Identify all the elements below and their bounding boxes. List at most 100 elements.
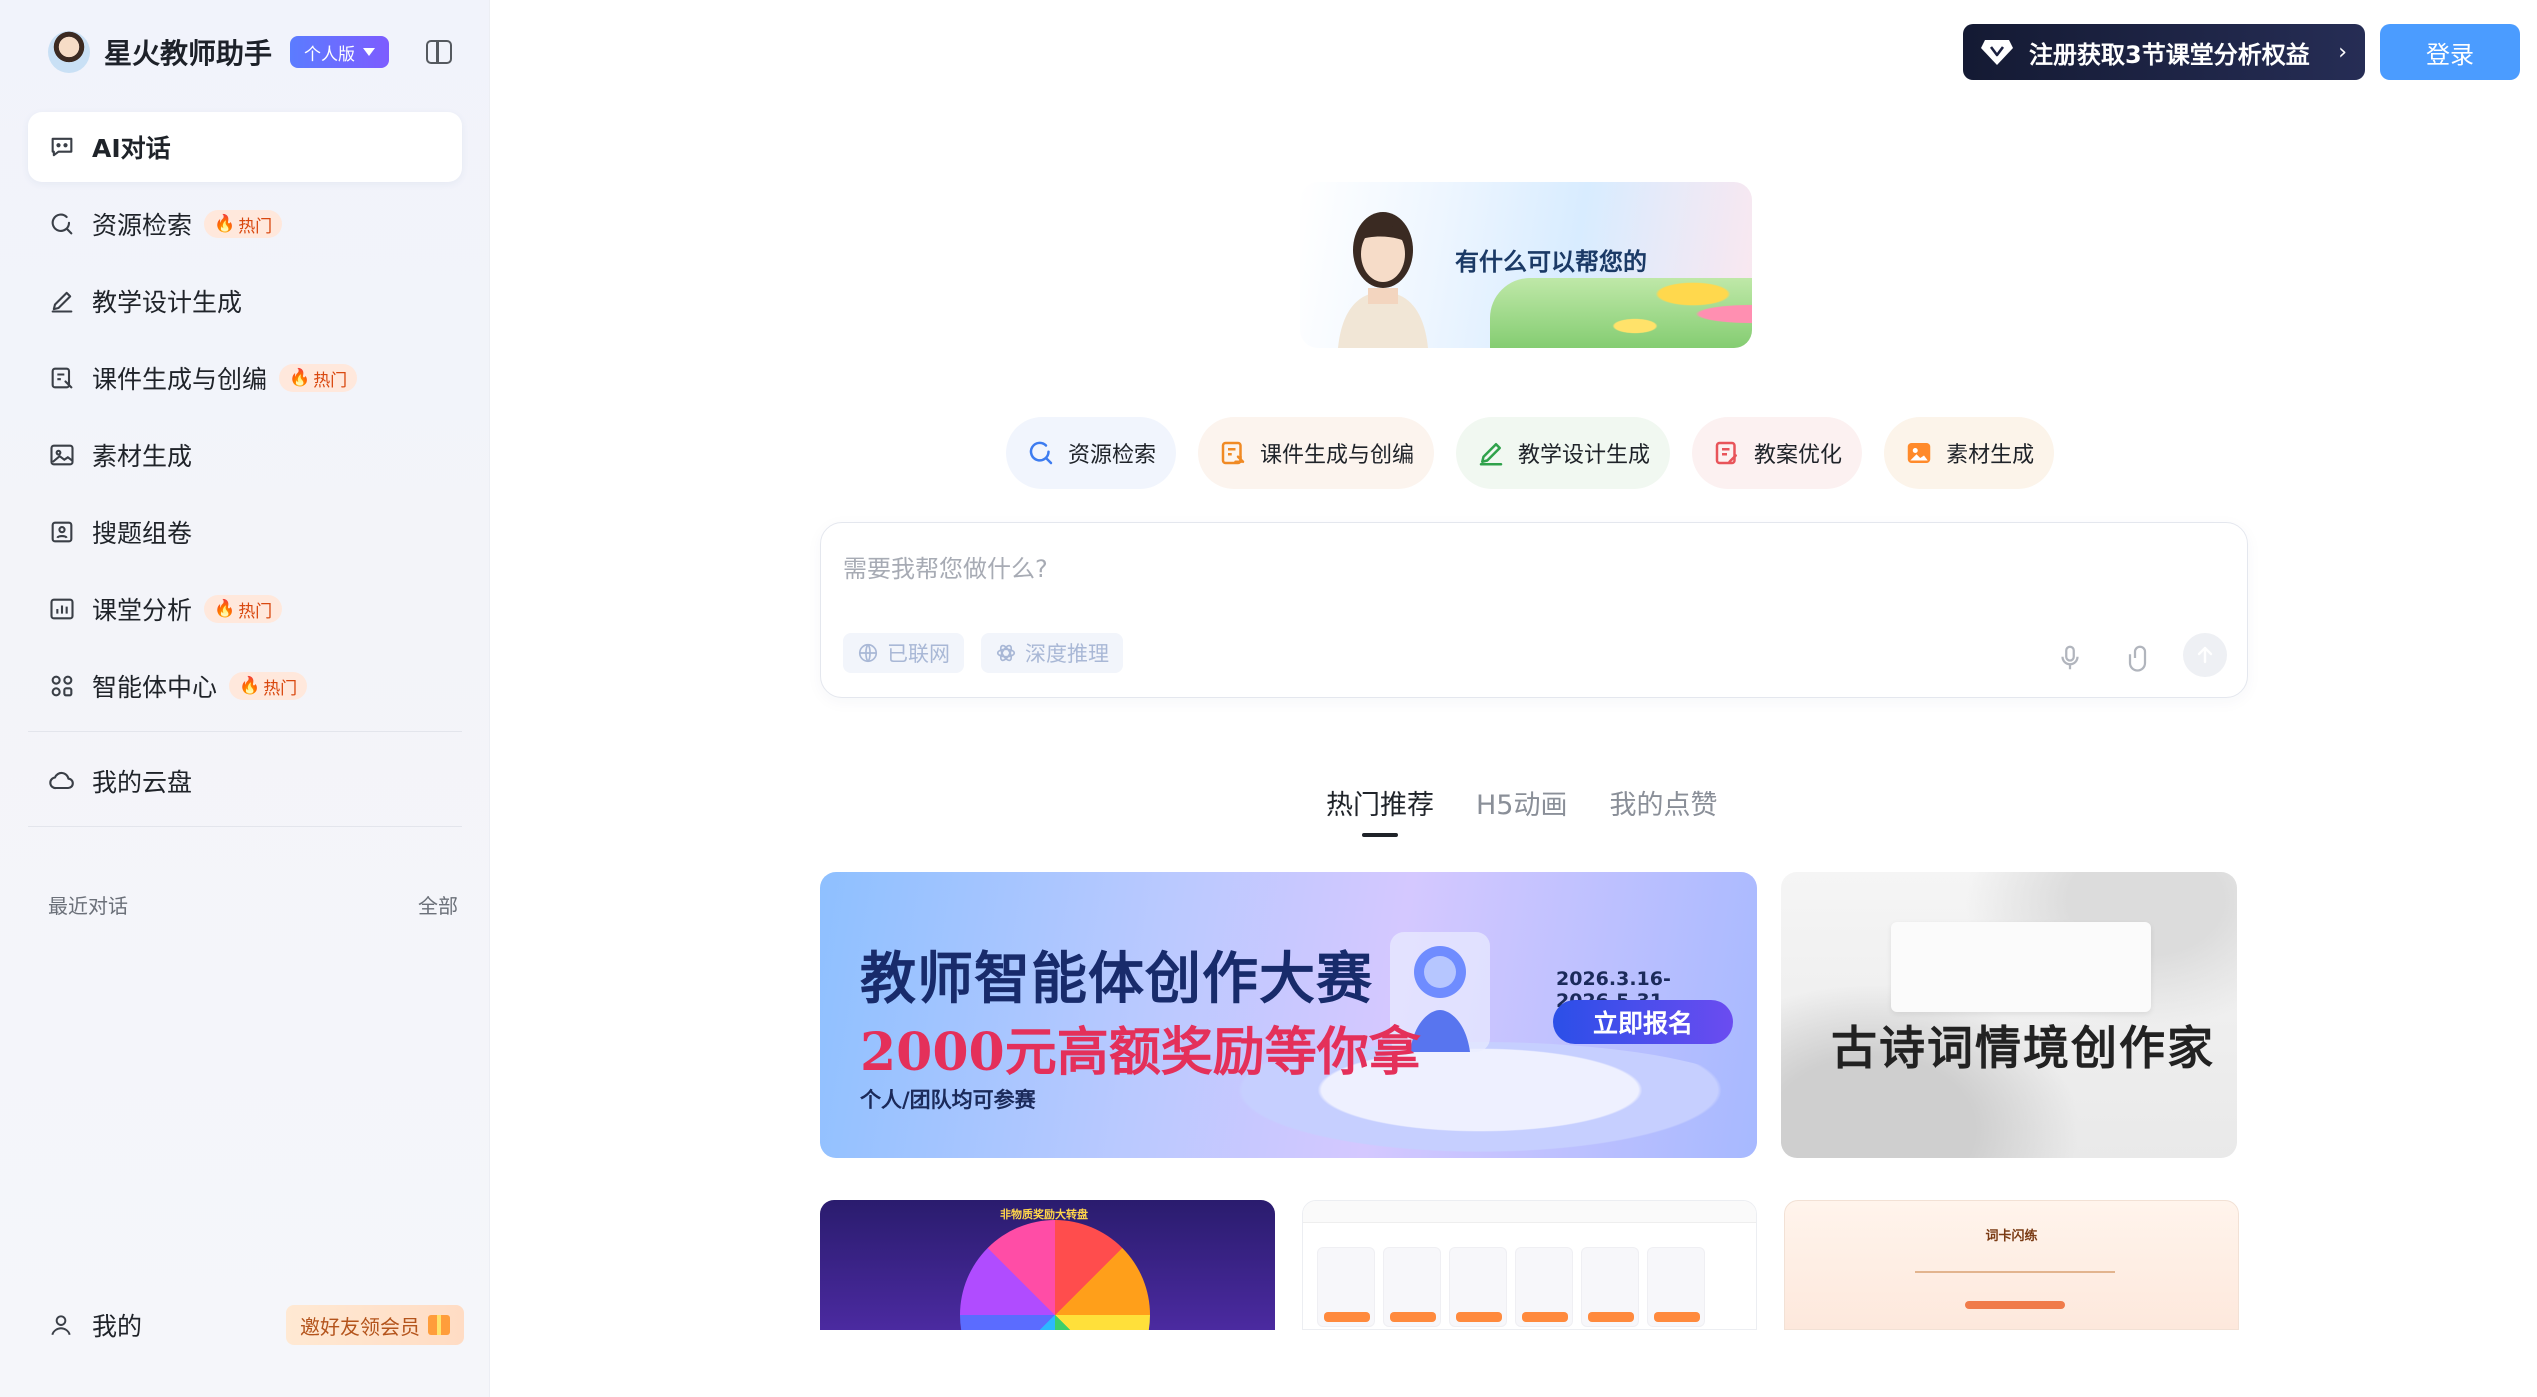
nav-item-courseware[interactable]: 课件生成与创编 🔥 热门 (28, 343, 462, 413)
quiz-icon (48, 518, 76, 546)
nav-label: 素材生成 (92, 442, 193, 471)
contest-banner-card[interactable]: 教师智能体创作大赛 2000元高额奖励等你拿 个人/团队均可参赛 2026.3.… (820, 872, 1757, 1158)
quick-action-lesson-design[interactable]: 教学设计生成 (1456, 417, 1671, 489)
quick-action-label: 资源检索 (1068, 443, 1157, 468)
my-account[interactable]: 我的 (48, 1307, 142, 1343)
web-search-toggle[interactable]: 已联网 (843, 633, 964, 673)
nav-label: AI对话 (92, 134, 171, 163)
nav-item-class-analysis[interactable]: 课堂分析 🔥 热门 (28, 574, 462, 644)
recent-title: 最近对话 (48, 894, 128, 918)
prompt-input[interactable] (843, 549, 2043, 593)
diamond-icon (1981, 40, 2013, 65)
nav-item-agent-center[interactable]: 智能体中心 🔥 热门 (28, 651, 462, 721)
quick-action-label: 素材生成 (1946, 443, 2035, 468)
preview-button (1965, 1301, 2065, 1309)
register-now-button[interactable]: 立即报名 (1553, 1000, 1733, 1044)
apps-icon (48, 672, 76, 700)
sticker-board-card[interactable] (1302, 1200, 1757, 1330)
microphone-icon[interactable] (2055, 643, 2085, 673)
contest-note: 个人/团队均可参赛 (860, 1088, 1036, 1112)
nav-label: 课件生成与创编 (92, 365, 268, 394)
preview-tile (1383, 1247, 1441, 1327)
nav-item-lesson-design[interactable]: 教学设计生成 (28, 266, 462, 336)
sidebar-toggle-icon[interactable] (426, 40, 452, 64)
brand[interactable]: 星火教师助手 个人版 (48, 28, 390, 76)
plan-badge[interactable]: 个人版 (290, 36, 390, 68)
send-button[interactable] (2183, 633, 2227, 677)
recent-all-link[interactable]: 全部 (418, 890, 458, 919)
flashcard-card[interactable]: 词卡闪练 (1784, 1200, 2239, 1330)
quick-action-label: 教案优化 (1754, 443, 1843, 468)
poetry-title: 古诗词情境创作家 (1831, 1021, 2215, 1075)
poetry-card[interactable]: 古诗词情境创作家 (1781, 872, 2237, 1158)
nav-label: 搜题组卷 (92, 519, 193, 548)
fire-icon: 🔥 (214, 599, 236, 619)
pen-icon (1479, 443, 1503, 466)
nav-divider (28, 731, 462, 732)
hot-badge: 🔥 热门 (204, 210, 283, 238)
sidebar: 星火教师助手 个人版 AI对话 资源检索 🔥 热门 教学设计生成 课件生成与创编… (0, 0, 490, 1397)
invite-friends-button[interactable]: 邀好友领会员 (286, 1305, 464, 1345)
caret-down-icon (363, 48, 376, 56)
fire-icon: 🔥 (239, 676, 261, 696)
cloud-icon (48, 767, 76, 795)
quick-action-courseware[interactable]: 课件生成与创编 (1198, 417, 1435, 489)
hot-badge: 🔥 热门 (279, 364, 358, 392)
nav-item-quiz[interactable]: 搜题组卷 (28, 497, 462, 567)
search-icon (48, 210, 76, 238)
prize-wheel-card[interactable]: 非物质奖励大转盘 (820, 1200, 1275, 1330)
sidebar-nav: AI对话 资源检索 🔥 热门 教学设计生成 课件生成与创编 🔥 热门 素材生成 … (28, 112, 462, 841)
preview-line (1915, 1271, 2115, 1273)
quick-action-label: 教学设计生成 (1518, 443, 1651, 468)
recent-conversations-header: 最近对话 全部 (48, 890, 458, 919)
assistant-avatar (48, 31, 90, 73)
sidebar-footer: 我的 邀好友领会员 (48, 1302, 464, 1348)
nav-item-ai-chat[interactable]: AI对话 (28, 112, 462, 182)
assistant-hero: 有什么可以帮您的 (1300, 182, 1752, 348)
quick-action-lesson-optimize[interactable]: 教案优化 (1692, 417, 1863, 489)
pen-icon (48, 287, 76, 315)
web-toggle-label: 已联网 (887, 642, 950, 666)
chart-icon (48, 595, 76, 623)
tab-h5-animation[interactable]: H5动画 (1476, 783, 1567, 835)
nav-item-resource-search[interactable]: 资源检索 🔥 热门 (28, 189, 462, 259)
preview-tile (1449, 1247, 1507, 1327)
my-label: 我的 (92, 1312, 143, 1341)
preview-tile (1317, 1247, 1375, 1327)
quick-actions: 资源检索 课件生成与创编 教学设计生成 教案优化 素材生成 (1006, 417, 2055, 489)
nav-item-cloud-drive[interactable]: 我的云盘 (28, 746, 462, 816)
contest-subtitle: 2000元高额奖励等你拿 (860, 1022, 1421, 1083)
quick-action-material[interactable]: 素材生成 (1884, 417, 2055, 489)
plan-badge-label: 个人版 (304, 44, 356, 65)
globe-icon (858, 643, 878, 663)
fire-icon: 🔥 (289, 368, 311, 388)
prize-wheel-illustration (960, 1220, 1150, 1330)
invite-label: 邀好友领会员 (300, 1314, 420, 1339)
reasoning-toggle-label: 深度推理 (1025, 642, 1109, 666)
nav-label: 资源检索 (92, 211, 193, 240)
flower-meadow-illustration (1490, 278, 1752, 348)
preview-tile (1647, 1247, 1705, 1327)
doc-edit-icon (1715, 441, 1738, 465)
deep-reasoning-toggle[interactable]: 深度推理 (981, 633, 1123, 673)
nav-item-material[interactable]: 素材生成 (28, 420, 462, 490)
paperclip-icon[interactable] (2125, 643, 2155, 673)
courseware-icon (1221, 441, 1245, 465)
gift-icon (428, 1315, 450, 1335)
user-icon (51, 1315, 71, 1336)
image-icon (48, 441, 76, 469)
nav-label: 智能体中心 (92, 673, 218, 702)
promo-text: 注册获取3节课堂分析权益 (2029, 40, 2310, 69)
nav-label: 课堂分析 (92, 596, 193, 625)
tab-my-likes[interactable]: 我的点赞 (1609, 783, 1717, 835)
tab-hot-recommend[interactable]: 热门推荐 (1326, 783, 1434, 837)
login-button[interactable]: 登录 (2380, 24, 2520, 80)
register-promo-banner[interactable]: 注册获取3节课堂分析权益 › (1963, 24, 2365, 80)
preview-toolbar (1303, 1201, 1756, 1223)
flashcard-title: 词卡闪练 (1985, 1229, 2038, 1244)
courseware-icon (48, 364, 76, 392)
atom-icon (996, 644, 1016, 662)
chevron-right-icon: › (2338, 39, 2347, 65)
quick-action-resource-search[interactable]: 资源检索 (1006, 417, 1177, 489)
fire-icon: 🔥 (214, 214, 236, 234)
